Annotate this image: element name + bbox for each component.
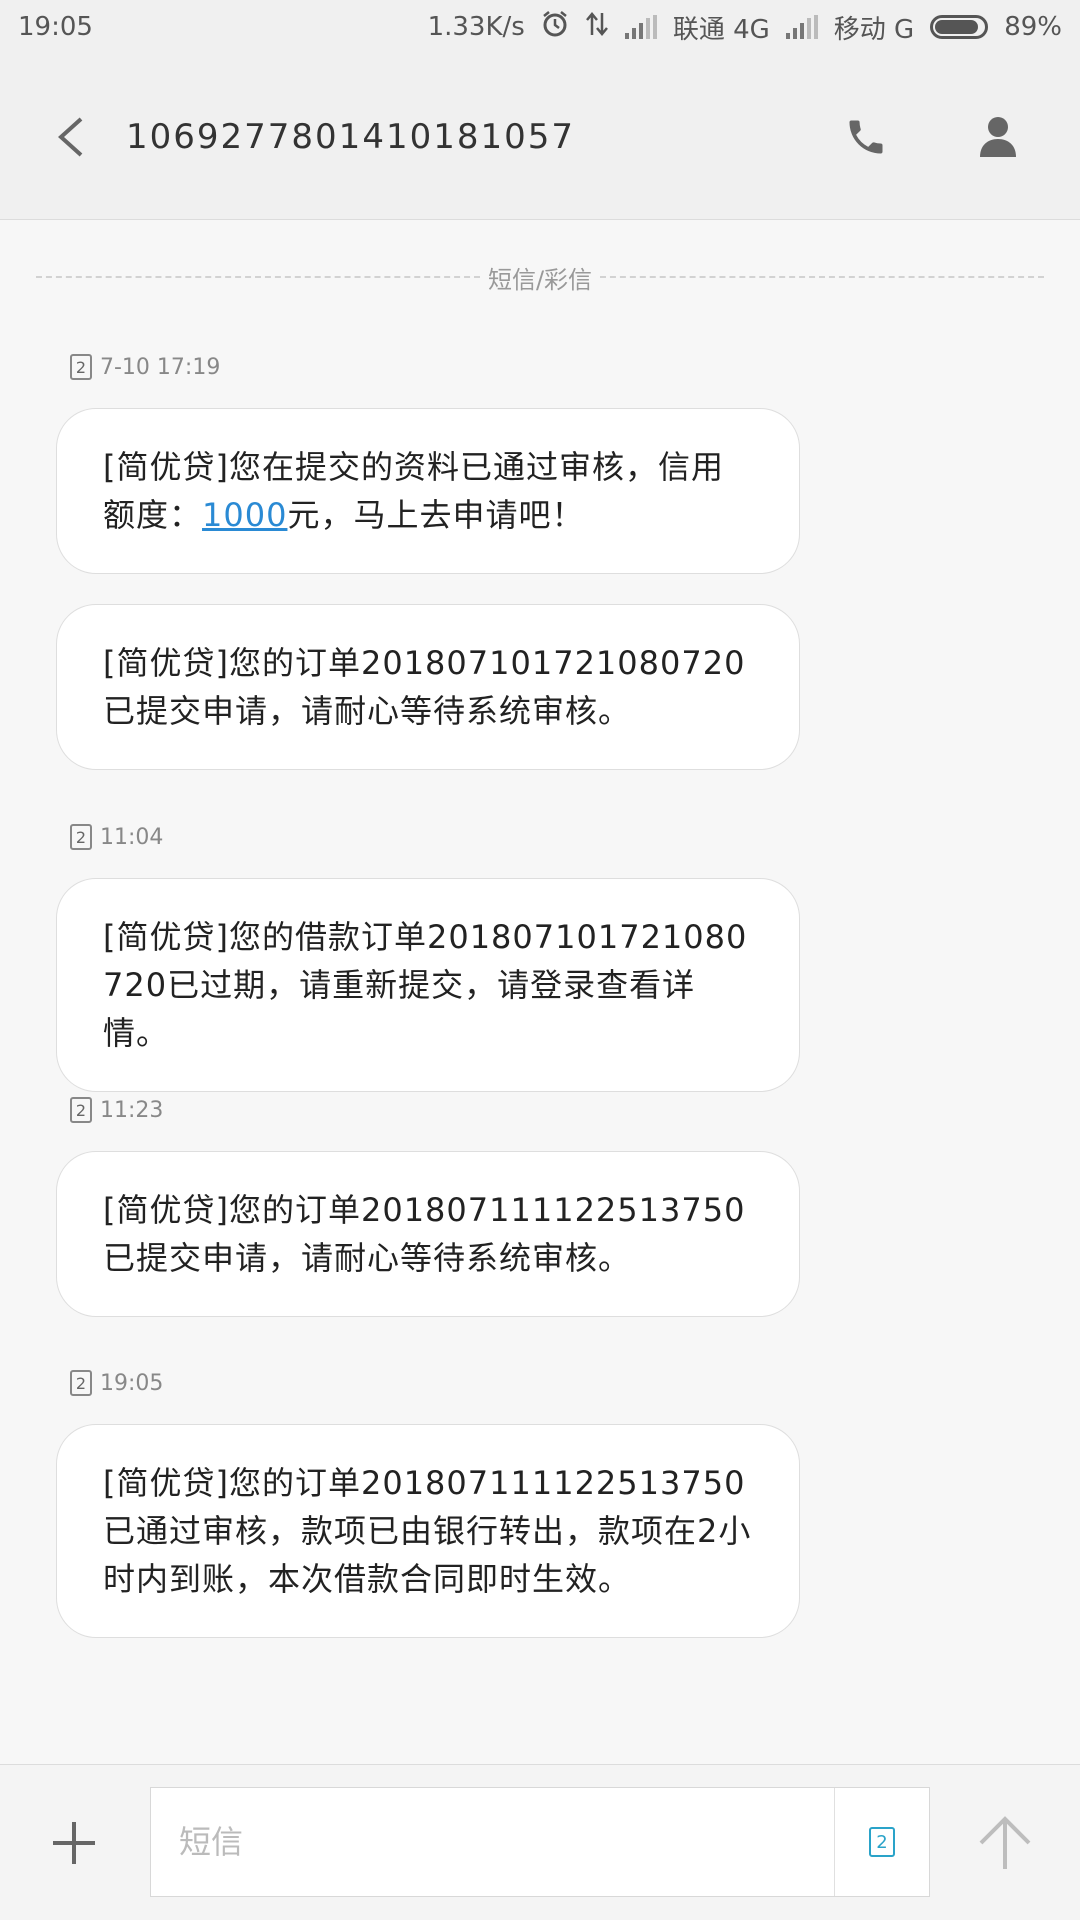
message-text: [简优贷]您的订单201807111122513750已提交申请，请耐心等待系统…	[103, 1191, 746, 1277]
message-timestamp: 2 11:04	[70, 822, 800, 852]
message-text: [简优贷]您的借款订单201807101721080720已过期，请重新提交，请…	[103, 918, 748, 1052]
signal-icon-1	[624, 15, 657, 39]
contact-number: 1069277801410181057	[126, 116, 576, 157]
message-bubble[interactable]: [简优贷]您的借款订单201807101721080720已过期，请重新提交，请…	[56, 878, 800, 1092]
plus-icon	[53, 1822, 95, 1864]
message-text: [简优贷]您的订单201807101721080720已提交申请，请耐心等待系统…	[103, 644, 746, 730]
sms-mms-divider: 短信/彩信	[36, 262, 1044, 294]
message-group: 2 11:23 [简优贷]您的订单201807111122513750已提交申请…	[56, 1095, 800, 1317]
sim-icon: 2	[70, 1097, 92, 1123]
message-timestamp: 2 19:05	[70, 1368, 800, 1398]
contact-button[interactable]	[948, 87, 1048, 187]
sim-icon: 2	[70, 824, 92, 850]
battery-percent: 89%	[1004, 12, 1062, 42]
message-bubble[interactable]: [简优贷]您的订单201807111122513750已提交申请，请耐心等待系统…	[56, 1151, 800, 1317]
status-indicators: 1.33K/s 联通 4G 移动 G 89%	[428, 9, 1062, 46]
add-attachment-button[interactable]	[34, 1793, 114, 1893]
signal-icon-2	[785, 15, 818, 39]
status-time: 19:05	[18, 12, 93, 42]
alarm-icon	[541, 10, 569, 45]
message-group: 2 11:04 [简优贷]您的借款订单201807101721080720已过期…	[56, 822, 800, 1092]
message-text: 元，马上去申请吧！	[287, 496, 585, 534]
message-group: 2 7-10 17:19 [简优贷]您在提交的资料已通过审核，信用额度：1000…	[56, 352, 800, 770]
message-bubble[interactable]: [简优贷]您的订单201807111122513750已通过审核，款项已由银行转…	[56, 1424, 800, 1638]
divider-label: 短信/彩信	[487, 265, 593, 294]
arrow-up-icon	[979, 1816, 1031, 1869]
message-bubble[interactable]: [简优贷]您在提交的资料已通过审核，信用额度：1000元，马上去申请吧！	[56, 408, 800, 574]
call-button[interactable]	[816, 87, 916, 187]
status-bar: 19:05 1.33K/s 联通 4G 移动 G 89%	[0, 0, 1080, 54]
message-bubble[interactable]: [简优贷]您的订单201807101721080720已提交申请，请耐心等待系统…	[56, 604, 800, 770]
back-button[interactable]	[20, 87, 120, 187]
data-transfer-icon	[585, 11, 609, 44]
message-timestamp: 2 7-10 17:19	[70, 352, 800, 382]
net-speed: 1.33K/s	[427, 12, 525, 42]
message-group: 2 19:05 [简优贷]您的订单201807111122513750已通过审核…	[56, 1368, 800, 1638]
phone-icon	[849, 120, 883, 153]
sim-icon: 2	[869, 1827, 895, 1857]
amount-link[interactable]: 1000	[202, 496, 287, 534]
chevron-left-icon	[58, 117, 83, 156]
message-text: [简优贷]您的订单201807111122513750已通过审核，款项已由银行转…	[103, 1464, 752, 1598]
conversation-header: 1069277801410181057	[0, 54, 1080, 220]
composer-bar: 2	[0, 1764, 1080, 1920]
timestamp-text: 11:23	[100, 1097, 164, 1123]
send-button[interactable]	[960, 1793, 1050, 1893]
timestamp-text: 11:04	[100, 824, 164, 850]
sim-icon: 2	[70, 1370, 92, 1396]
message-timestamp: 2 11:23	[70, 1095, 800, 1125]
battery-icon	[930, 15, 989, 39]
sim-select-button[interactable]: 2	[834, 1788, 929, 1896]
sim-icon: 2	[70, 354, 92, 380]
carrier-2: 移动 G	[833, 14, 915, 45]
message-input-wrapper: 2	[150, 1787, 930, 1897]
timestamp-text: 7-10 17:19	[100, 354, 221, 380]
message-input[interactable]	[151, 1788, 834, 1896]
carrier-1: 联通 4G	[672, 14, 770, 45]
person-icon	[980, 116, 1016, 157]
timestamp-text: 19:05	[100, 1370, 164, 1396]
